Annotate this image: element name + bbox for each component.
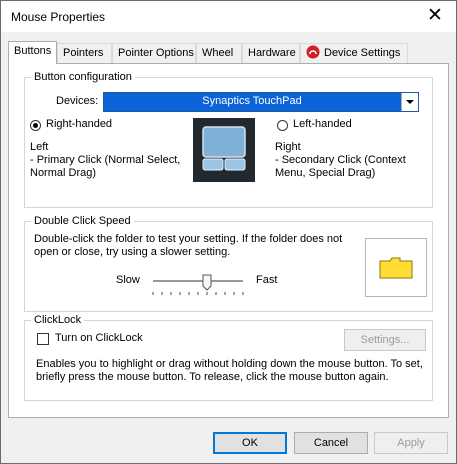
desc-line: Left (30, 141, 49, 153)
apply-button[interactable]: Apply (374, 432, 448, 454)
title-bar: Mouse Properties ✕ (1, 1, 456, 32)
tab-buttons[interactable]: Buttons (8, 41, 57, 64)
button-configuration-group: Button configuration Devices: Synaptics … (24, 71, 433, 208)
right-button-description: Right - Secondary Click (Context Menu, S… (275, 141, 406, 180)
group-legend: Double Click Speed (31, 215, 134, 227)
desc-line: Right (275, 141, 301, 153)
slider-thumb[interactable] (202, 274, 212, 291)
group-legend: ClickLock (31, 314, 85, 326)
tab-label: Wheel (202, 47, 234, 59)
tab-hardware[interactable]: Hardware (242, 43, 300, 63)
cancel-button[interactable]: Cancel (294, 432, 368, 454)
clicklock-group: ClickLock Turn on ClickLock Settings... … (24, 314, 433, 401)
test-folder-box[interactable] (365, 238, 427, 297)
window-title: Mouse Properties (11, 10, 106, 24)
desc-line: Menu, Special Drag) (275, 167, 376, 179)
touchpad-icon (193, 118, 255, 182)
close-icon[interactable]: ✕ (424, 5, 446, 27)
group-legend: Button configuration (31, 71, 135, 83)
buttons-tab-panel: Button configuration Devices: Synaptics … (8, 63, 449, 418)
left-handed-radio[interactable] (277, 120, 288, 131)
devices-dropdown[interactable]: Synaptics TouchPad (103, 92, 419, 112)
tab-label: Device Settings (324, 47, 401, 59)
right-handed-label: Right-handed (46, 118, 113, 130)
right-handed-radio[interactable] (30, 120, 41, 131)
desc-line: - Secondary Click (Context (275, 154, 406, 166)
description-line: Enables you to highlight or drag without… (36, 358, 423, 370)
left-button-description: Left - Primary Click (Normal Select, Nor… (30, 141, 180, 180)
clicklock-checkbox-label: Turn on ClickLock (55, 332, 143, 344)
ok-button[interactable]: OK (213, 432, 287, 454)
chevron-down-icon[interactable] (401, 93, 418, 111)
instruction-line: open or close, try using a slower settin… (34, 246, 231, 258)
fast-label: Fast (256, 274, 278, 286)
mouse-properties-window: Mouse Properties ✕ Buttons Pointers Poin… (0, 0, 457, 464)
synaptics-icon (306, 45, 320, 59)
tab-device-settings[interactable]: Device Settings (300, 43, 408, 63)
left-handed-label: Left-handed (293, 118, 352, 130)
devices-label: Devices: (56, 95, 99, 107)
clicklock-settings-button[interactable]: Settings... (344, 329, 426, 351)
double-click-instructions: Double-click the folder to test your set… (34, 233, 342, 259)
instruction-line: Double-click the folder to test your set… (34, 233, 343, 245)
slow-label: Slow (116, 274, 140, 286)
double-click-speed-slider[interactable] (150, 274, 246, 302)
tab-label: Pointer Options (118, 47, 194, 59)
double-click-speed-group: Double Click Speed Double-click the fold… (24, 215, 433, 312)
devices-selected-value: Synaptics TouchPad (202, 95, 302, 107)
desc-line: Normal Drag) (30, 167, 97, 179)
tab-label: Pointers (63, 47, 104, 59)
desc-line: - Primary Click (Normal Select, (30, 154, 181, 166)
clicklock-checkbox[interactable] (37, 333, 49, 345)
tab-wheel[interactable]: Wheel (196, 43, 242, 63)
folder-icon[interactable] (379, 257, 413, 282)
tab-label: Hardware (248, 47, 296, 59)
tab-label: Buttons (14, 45, 52, 57)
tab-pointer-options[interactable]: Pointer Options (112, 43, 196, 63)
description-line: briefly press the mouse button. To relea… (36, 371, 389, 383)
clicklock-description: Enables you to highlight or drag without… (36, 358, 423, 384)
tab-pointers[interactable]: Pointers (57, 43, 112, 63)
